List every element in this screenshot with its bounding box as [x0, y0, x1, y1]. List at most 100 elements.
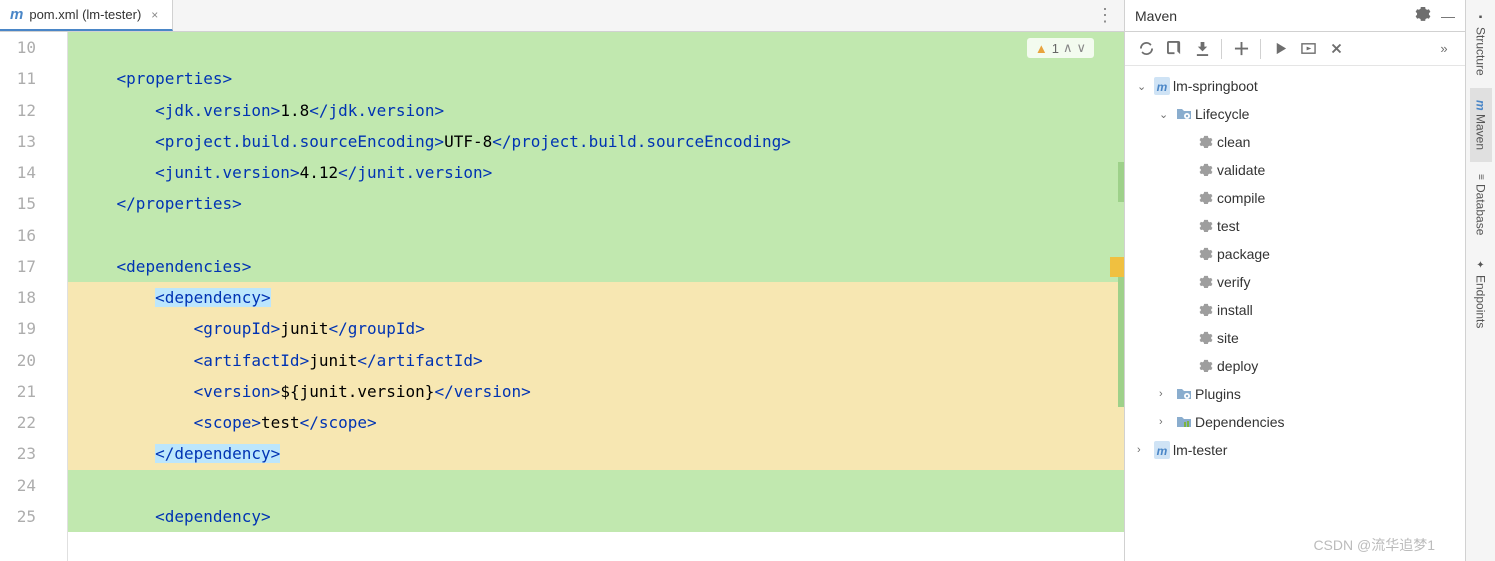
line-number: 12: [0, 95, 36, 126]
gear-icon: [1195, 275, 1217, 289]
tree-item-install[interactable]: install: [1129, 296, 1461, 324]
tree-item-validate[interactable]: validate: [1129, 156, 1461, 184]
gear-icon: [1195, 331, 1217, 345]
code-line[interactable]: <jdk.version>1.8</jdk.version>: [68, 95, 1124, 126]
code-line[interactable]: <properties>: [68, 63, 1124, 94]
chevron-right-icon[interactable]: ›: [1159, 388, 1173, 400]
fold-marker[interactable]: [48, 282, 67, 313]
generate-sources-icon[interactable]: [1161, 36, 1187, 62]
fold-marker[interactable]: [48, 407, 67, 438]
tree-item-label: deploy: [1217, 358, 1258, 374]
fold-marker[interactable]: [48, 220, 67, 251]
tab-menu-icon[interactable]: ⋮: [1096, 5, 1114, 26]
tab-title: pom.xml (lm-tester): [29, 7, 141, 22]
chevron-down-icon[interactable]: ⌄: [1159, 108, 1173, 121]
refresh-icon[interactable]: [1133, 36, 1159, 62]
code-line[interactable]: <dependency>: [68, 501, 1124, 532]
fold-marker[interactable]: [48, 501, 67, 532]
fold-marker[interactable]: [48, 345, 67, 376]
warning-badge[interactable]: ▲ 1 ∧ ∨: [1027, 38, 1094, 58]
maven-file-icon: m: [10, 6, 23, 23]
tree-item-package[interactable]: package: [1129, 240, 1461, 268]
chevron-right-icon[interactable]: ›: [1137, 444, 1151, 456]
code-line[interactable]: <project.build.sourceEncoding>UTF-8</pro…: [68, 126, 1124, 157]
chevron-right-icon[interactable]: ›: [1159, 416, 1173, 428]
download-icon[interactable]: [1189, 36, 1215, 62]
more-icon[interactable]: »: [1431, 36, 1457, 62]
tree-item-label: lm-tester: [1173, 442, 1227, 458]
fold-marker[interactable]: [48, 470, 67, 501]
tree-item-label: package: [1217, 246, 1270, 262]
run-config-icon[interactable]: [1295, 36, 1321, 62]
code-line[interactable]: <scope>test</scope>: [68, 407, 1124, 438]
tree-item-lm-tester[interactable]: ›mlm-tester: [1129, 436, 1461, 464]
maven-tree[interactable]: ⌄mlm-springboot⌄Lifecyclecleanvalidateco…: [1125, 66, 1465, 561]
fold-marker[interactable]: [48, 63, 67, 94]
code-line[interactable]: <dependencies>: [68, 251, 1124, 282]
code-line[interactable]: <dependency>: [68, 282, 1124, 313]
code-line[interactable]: </dependency>: [68, 438, 1124, 469]
tree-item-lm-springboot[interactable]: ⌄mlm-springboot: [1129, 72, 1461, 100]
code-line[interactable]: [68, 220, 1124, 251]
line-number: 21: [0, 376, 36, 407]
line-number: 10: [0, 32, 36, 63]
tree-item-label: Lifecycle: [1195, 106, 1249, 122]
run-icon[interactable]: [1267, 36, 1293, 62]
code-line[interactable]: <groupId>junit</groupId>: [68, 313, 1124, 344]
chevron-down-icon[interactable]: ⌄: [1137, 80, 1151, 93]
fold-marker[interactable]: [48, 157, 67, 188]
toggle-skip-icon[interactable]: [1323, 36, 1349, 62]
tree-item-clean[interactable]: clean: [1129, 128, 1461, 156]
fold-marker[interactable]: [48, 32, 67, 63]
tree-item-label: Dependencies: [1195, 414, 1285, 430]
tree-item-verify[interactable]: verify: [1129, 268, 1461, 296]
gear-icon: [1195, 163, 1217, 177]
sidebar-tab-endpoints[interactable]: ✦ Endpoints: [1470, 248, 1492, 340]
minimize-icon[interactable]: —: [1441, 8, 1455, 24]
tree-item-label: test: [1217, 218, 1240, 234]
fold-marker[interactable]: [48, 251, 67, 282]
gear-icon: [1195, 303, 1217, 317]
maven-icon: m: [1151, 441, 1173, 459]
tree-item-lifecycle[interactable]: ⌄ Lifecycle: [1129, 100, 1461, 128]
code-line[interactable]: </properties>: [68, 188, 1124, 219]
close-icon[interactable]: ×: [147, 8, 162, 22]
chevron-down-icon[interactable]: ∨: [1076, 40, 1086, 56]
folder-lib-icon: [1173, 414, 1195, 430]
gear-icon: [1195, 191, 1217, 205]
right-sidebar: ▪ Structure m Maven ≡ Database ✦ Endpoin…: [1465, 0, 1495, 561]
tree-item-compile[interactable]: compile: [1129, 184, 1461, 212]
tree-item-site[interactable]: site: [1129, 324, 1461, 352]
sidebar-tab-maven[interactable]: m Maven: [1470, 88, 1492, 163]
gear-icon: [1195, 135, 1217, 149]
sidebar-tab-structure[interactable]: ▪ Structure: [1470, 0, 1492, 88]
sidebar-tab-database[interactable]: ≡ Database: [1470, 162, 1492, 247]
line-number: 23: [0, 438, 36, 469]
marker-strip[interactable]: [1110, 32, 1124, 561]
tree-item-deploy[interactable]: deploy: [1129, 352, 1461, 380]
code-line[interactable]: <version>${junit.version}</version>: [68, 376, 1124, 407]
add-icon[interactable]: [1228, 36, 1254, 62]
tree-item-plugins[interactable]: ›Plugins: [1129, 380, 1461, 408]
line-number: 19: [0, 313, 36, 344]
fold-marker[interactable]: [48, 95, 67, 126]
code-content[interactable]: ▲ 1 ∧ ∨ <properties> <jdk.version>1.8</j…: [68, 32, 1124, 561]
code-line[interactable]: [68, 470, 1124, 501]
tree-item-dependencies[interactable]: › Dependencies: [1129, 408, 1461, 436]
tree-item-label: validate: [1217, 162, 1265, 178]
code-line[interactable]: <junit.version>4.12</junit.version>: [68, 157, 1124, 188]
fold-marker[interactable]: [48, 438, 67, 469]
tree-item-test[interactable]: test: [1129, 212, 1461, 240]
fold-marker[interactable]: [48, 313, 67, 344]
file-tab[interactable]: m pom.xml (lm-tester) ×: [0, 0, 173, 31]
fold-marker[interactable]: [48, 376, 67, 407]
fold-marker[interactable]: [48, 126, 67, 157]
code-line[interactable]: [68, 32, 1124, 63]
fold-gutter[interactable]: [48, 32, 68, 561]
fold-marker[interactable]: [48, 188, 67, 219]
chevron-up-icon[interactable]: ∧: [1063, 40, 1073, 56]
code-line[interactable]: <artifactId>junit</artifactId>: [68, 345, 1124, 376]
maven-title: Maven: [1135, 8, 1405, 24]
gear-icon[interactable]: [1415, 6, 1431, 25]
code-editor[interactable]: 10111213141516171819202122232425 ▲ 1 ∧ ∨…: [0, 32, 1124, 561]
